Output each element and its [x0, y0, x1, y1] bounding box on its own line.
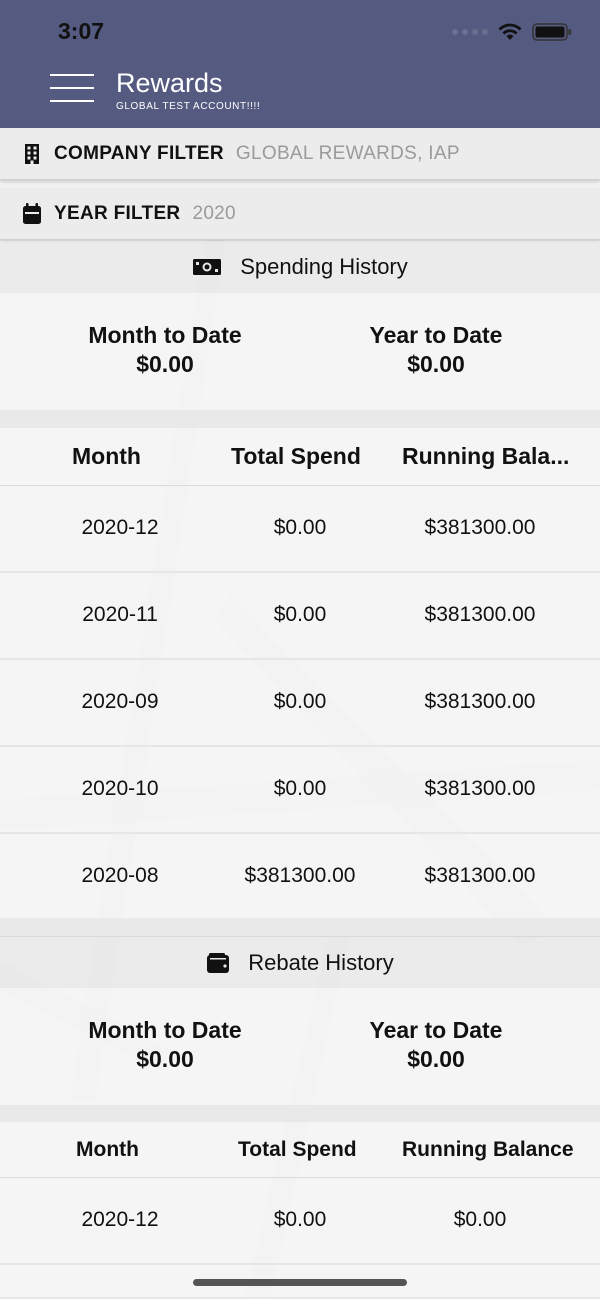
cell-running-balance: $381300.00 [424, 603, 536, 626]
column-header-month: Month [76, 1138, 139, 1161]
status-icons [452, 22, 572, 42]
money-bill-icon [193, 259, 222, 275]
year-to-date-value: $0.00 [407, 351, 465, 377]
cell-running-balance: $0.00 [453, 1208, 507, 1231]
spending-year-to-date: Year to Date $0.00 [336, 321, 536, 379]
year-filter-value: 2020 [192, 202, 236, 224]
cell-running-balance: $381300.00 [424, 777, 536, 800]
rebate-month-to-date: Month to Date $0.00 [65, 1016, 265, 1074]
wifi-icon [498, 23, 522, 40]
table-row[interactable]: 2020-10 $0.00 $381300.00 [0, 747, 600, 834]
spending-table-header: Month Total Spend Running Bala... [0, 428, 600, 486]
cell-month: 2020-11 [82, 603, 158, 626]
company-filter-value: GLOBAL REWARDS, IAP [235, 142, 460, 164]
section-divider [0, 410, 600, 428]
status-time: 3:07 [58, 18, 105, 44]
calendar-icon [23, 202, 41, 224]
building-icon [25, 143, 39, 164]
column-header-running-balance: Running Bala... [402, 443, 570, 469]
section-divider [0, 918, 600, 936]
cell-month: 2020-12 [81, 516, 159, 539]
cell-running-balance: $381300.00 [424, 690, 536, 713]
year-to-date-value: $0.00 [407, 1046, 465, 1072]
spending-month-to-date: Month to Date $0.00 [65, 321, 265, 379]
column-header-running-balance: Running Balance [402, 1138, 574, 1161]
table-row[interactable]: 2020-12 $0.00 $381300.00 [0, 486, 600, 573]
company-filter[interactable]: COMPANY FILTER GLOBAL REWARDS, IAP [0, 128, 600, 180]
account-subtitle: GLOBAL TEST ACCOUNT!!!! [116, 101, 261, 112]
cell-running-balance: $381300.00 [424, 516, 536, 539]
app-header: 3:07 Rewards GLOBAL TEST ACCOUNT!!!! [0, 0, 600, 128]
cell-month: 2020-12 [81, 1208, 159, 1231]
cell-total-spend: $0.00 [273, 1208, 327, 1231]
spending-summary: Month to Date $0.00 Year to Date $0.00 [0, 293, 600, 410]
cell-month: 2020-08 [81, 864, 159, 887]
month-to-date-label: Month to Date [88, 322, 242, 348]
cell-total-spend: $0.00 [273, 603, 327, 626]
cell-month: 2020-10 [81, 777, 159, 800]
home-indicator[interactable] [193, 1279, 407, 1286]
month-to-date-value: $0.00 [136, 351, 194, 377]
table-row[interactable]: 2020-12 $0.00 $0.00 [0, 1178, 600, 1265]
year-filter-label: YEAR FILTER [54, 202, 181, 224]
month-to-date-label: Month to Date [88, 1017, 242, 1043]
signal-icon [452, 29, 488, 35]
column-header-month: Month [72, 443, 141, 469]
cell-total-spend: $0.00 [273, 516, 327, 539]
table-row[interactable]: 2020-09 $0.00 $381300.00 [0, 660, 600, 747]
month-to-date-value: $0.00 [136, 1046, 194, 1072]
battery-icon [532, 23, 571, 41]
section-divider [0, 1105, 600, 1123]
menu-icon[interactable] [50, 74, 94, 106]
year-to-date-label: Year to Date [369, 322, 503, 348]
spending-history-header: Spending History [0, 241, 600, 293]
rebate-summary: Month to Date $0.00 Year to Date $0.00 [0, 988, 600, 1105]
rebate-year-to-date: Year to Date $0.00 [336, 1016, 536, 1074]
cell-running-balance: $381300.00 [424, 864, 536, 887]
table-row[interactable]: 2020-11 $0.00 $381300.00 [0, 573, 600, 660]
rebate-history-title: Rebate History [248, 949, 394, 975]
table-row[interactable]: 2020-08 $381300.00 $381300.00 [0, 834, 600, 921]
column-header-total-spend: Total Spend [231, 443, 361, 469]
cell-total-spend: $0.00 [273, 690, 327, 713]
spending-history-title: Spending History [240, 254, 408, 279]
cell-total-spend: $0.00 [273, 777, 327, 800]
company-filter-label: COMPANY FILTER [54, 142, 224, 164]
column-header-total-spend: Total Spend [238, 1138, 357, 1161]
rebate-table-header: Month Total Spend Running Balance [0, 1122, 600, 1178]
rebate-history-header: Rebate History [0, 936, 600, 988]
year-filter[interactable]: YEAR FILTER 2020 [0, 188, 600, 240]
cell-total-spend: $381300.00 [244, 864, 356, 887]
year-to-date-label: Year to Date [369, 1017, 503, 1043]
page-title: Rewards [116, 68, 223, 98]
wallet-icon [207, 952, 230, 973]
cell-month: 2020-09 [81, 690, 159, 713]
